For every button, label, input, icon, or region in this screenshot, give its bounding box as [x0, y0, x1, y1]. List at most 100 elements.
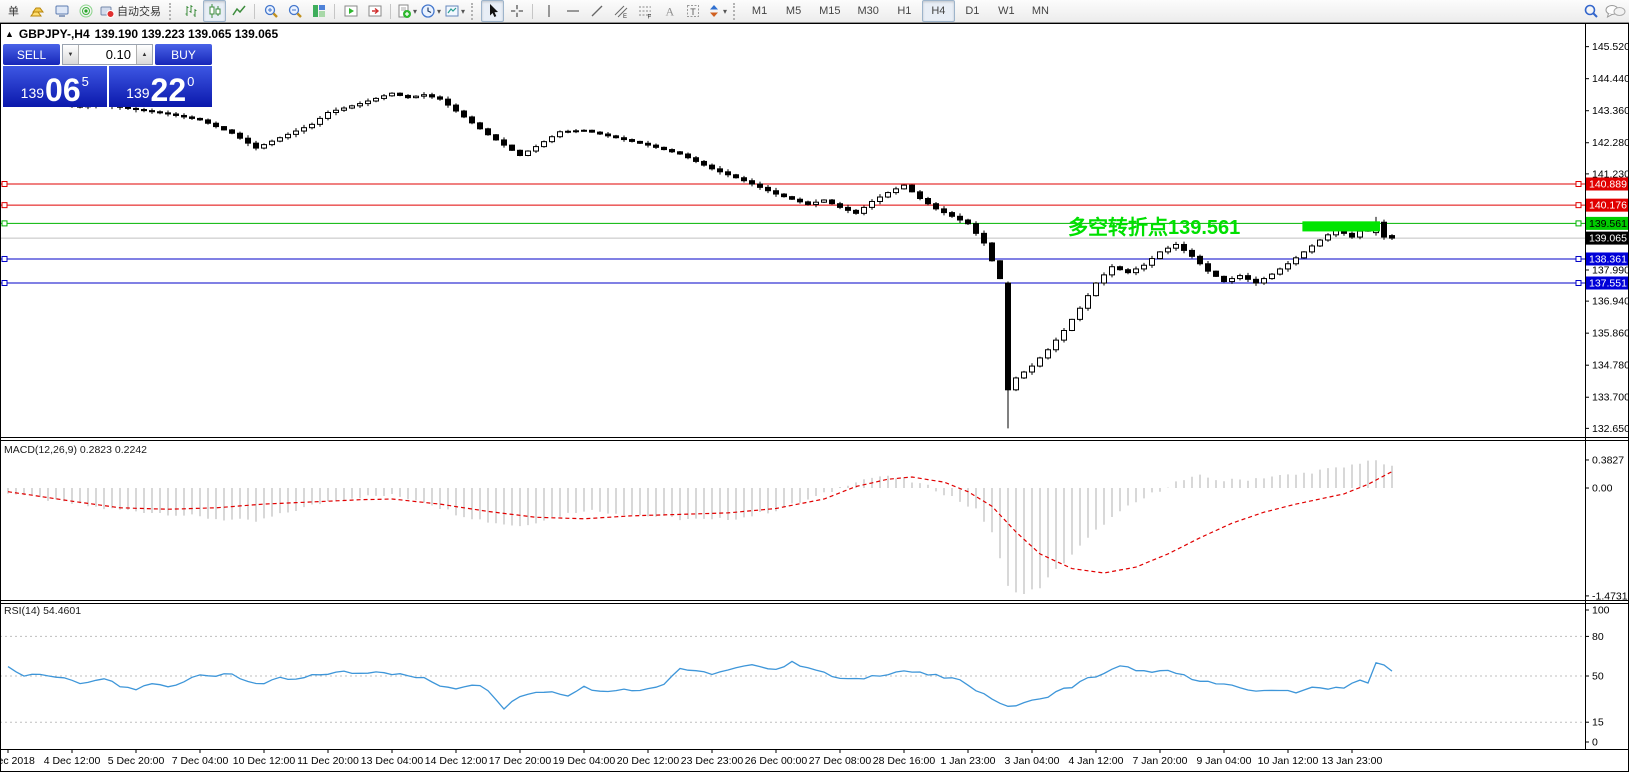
tf-w1-button[interactable]: W1 — [990, 0, 1023, 22]
one-click-trading-panel: SELL ▼ 0.10 ▲ BUY 139065 139220 — [3, 44, 212, 107]
svg-text:0.00: 0.00 — [1592, 483, 1613, 495]
chevron-down-icon[interactable]: ▾ — [413, 7, 417, 16]
toolbar-separator — [334, 4, 335, 19]
svg-text:14 Dec 12:00: 14 Dec 12:00 — [425, 755, 488, 767]
news-signal-icon[interactable] — [74, 0, 97, 22]
volume-down-button[interactable]: ▼ — [63, 45, 79, 64]
svg-text:13 Dec 04:00: 13 Dec 04:00 — [361, 755, 424, 767]
green-zone-rectangle[interactable] — [1302, 221, 1380, 231]
toolbar-grip — [169, 3, 174, 20]
new-order-button[interactable]: 单 — [2, 0, 25, 22]
svg-text:134.780: 134.780 — [1592, 360, 1629, 372]
svg-text:0: 0 — [1592, 737, 1598, 749]
svg-text:142.280: 142.280 — [1592, 137, 1629, 149]
chevron-down-icon[interactable]: ▾ — [461, 7, 465, 16]
auto-scroll-button[interactable] — [339, 0, 362, 22]
gold-bars-icon[interactable] — [26, 0, 49, 22]
toolbar-grip — [471, 3, 476, 20]
bar-chart-button[interactable] — [179, 0, 202, 22]
svg-text:4 Jan 12:00: 4 Jan 12:00 — [1069, 755, 1124, 767]
arrows-button[interactable]: ▾ — [705, 0, 728, 22]
vertical-line-button[interactable] — [537, 0, 560, 22]
chart-area[interactable]: 多空转折点139.561145.520144.440143.360142.280… — [0, 0, 1629, 772]
chevron-down-icon[interactable]: ▾ — [437, 7, 441, 16]
cursor-button[interactable] — [481, 0, 504, 22]
svg-text:15: 15 — [1592, 717, 1604, 729]
horizontal-line-button[interactable] — [561, 0, 584, 22]
svg-text:13 Jan 23:00: 13 Jan 23:00 — [1322, 755, 1383, 767]
text-icon: A — [661, 3, 677, 19]
svg-text:135.860: 135.860 — [1592, 328, 1629, 340]
crosshair-icon — [509, 3, 525, 19]
pane-borders — [0, 24, 1629, 772]
search-button[interactable] — [1579, 0, 1602, 22]
annotation-text[interactable]: 多空转折点139.561 — [1068, 215, 1240, 239]
auto-trading-icon — [99, 3, 115, 19]
candlestick-chart-button[interactable] — [203, 0, 226, 22]
tf-m15-label: M15 — [817, 5, 842, 17]
terminal-icon[interactable] — [50, 0, 73, 22]
volume-input[interactable]: 0.10 — [79, 45, 136, 64]
text-button[interactable]: A — [657, 0, 680, 22]
vertical-line-icon — [541, 3, 557, 19]
tf-m5-button[interactable]: M5 — [777, 0, 810, 22]
buy-price-sup: 0 — [187, 74, 194, 89]
zoom-out-button[interactable] — [283, 0, 306, 22]
tf-mn-button[interactable]: MN — [1024, 0, 1057, 22]
tf-m30-label: M30 — [855, 5, 880, 17]
trendline-button[interactable] — [585, 0, 608, 22]
chart-shift-button[interactable] — [363, 0, 386, 22]
fibonacci-button[interactable]: F — [633, 0, 656, 22]
buy-price-display[interactable]: 139220 — [109, 66, 213, 107]
time-axis[interactable]: 3 Dec 20184 Dec 12:005 Dec 20:007 Dec 04… — [0, 749, 1383, 767]
buy-price-big: 22 — [151, 77, 187, 103]
tf-m30-button[interactable]: M30 — [849, 0, 886, 22]
chat-button[interactable] — [1603, 0, 1627, 22]
equidistant-channel-button[interactable]: E — [609, 0, 632, 22]
candlesticks-layer — [6, 92, 1395, 429]
svg-text:50: 50 — [1592, 671, 1604, 683]
svg-text:27 Dec 08:00: 27 Dec 08:00 — [809, 755, 872, 767]
indicators-button[interactable]: ▾ — [395, 0, 418, 22]
templates-button[interactable]: ▾ — [443, 0, 466, 22]
line-chart-button[interactable] — [227, 0, 250, 22]
chart-annotation[interactable]: 多空转折点139.561 — [1068, 215, 1240, 239]
buy-price-prefix: 139 — [126, 85, 149, 101]
crosshair-button[interactable] — [505, 0, 528, 22]
main-toolbar: 单 自动交易 ▾ ▾ ▾ E FAT ▾ M1M5 M15 M30 H1H4D1W1 MN — [0, 0, 1629, 23]
tf-h1-button[interactable]: H1 — [888, 0, 921, 22]
zoom-in-button[interactable] — [259, 0, 282, 22]
tf-h4-button[interactable]: H4 — [922, 0, 955, 22]
sell-price-sup: 5 — [82, 74, 89, 89]
tf-mn-label: MN — [1030, 5, 1051, 17]
svg-text:4 Dec 12:00: 4 Dec 12:00 — [44, 755, 101, 767]
periods-button[interactable]: ▾ — [419, 0, 442, 22]
tf-d1-button[interactable]: D1 — [956, 0, 989, 22]
chevron-down-icon[interactable]: ▾ — [723, 7, 727, 16]
tile-windows-button[interactable] — [307, 0, 330, 22]
text-label-button[interactable]: T — [681, 0, 704, 22]
svg-text:136.940: 136.940 — [1592, 296, 1629, 308]
price-axis[interactable]: 145.520144.440143.360142.280141.230137.9… — [1585, 41, 1629, 748]
svg-text:A: A — [665, 5, 674, 19]
auto-trading-button[interactable]: 自动交易 — [98, 0, 164, 22]
svg-text:1 Jan 23:00: 1 Jan 23:00 — [941, 755, 996, 767]
svg-text:140.889: 140.889 — [1589, 179, 1627, 191]
sell-button[interactable]: SELL — [3, 44, 60, 65]
svg-text:137.990: 137.990 — [1592, 264, 1629, 276]
tf-m1-button[interactable]: M1 — [743, 0, 776, 22]
svg-text:E: E — [623, 14, 627, 19]
svg-text:132.650: 132.650 — [1592, 423, 1629, 435]
periods-icon — [420, 3, 436, 19]
svg-text:10 Dec 12:00: 10 Dec 12:00 — [233, 755, 296, 767]
svg-text:100: 100 — [1592, 605, 1610, 617]
volume-up-button[interactable]: ▲ — [136, 45, 152, 64]
svg-text:3 Dec 2018: 3 Dec 2018 — [0, 755, 35, 767]
buy-button[interactable]: BUY — [155, 44, 212, 65]
tf-m15-button[interactable]: M15 — [811, 0, 848, 22]
one-click-collapse-arrow[interactable]: ▲ — [5, 29, 14, 39]
sell-price-display[interactable]: 139065 — [3, 66, 107, 107]
svg-text:133.700: 133.700 — [1592, 392, 1629, 404]
zoom-in-icon — [263, 3, 279, 19]
svg-text:9 Jan 04:00: 9 Jan 04:00 — [1197, 755, 1252, 767]
